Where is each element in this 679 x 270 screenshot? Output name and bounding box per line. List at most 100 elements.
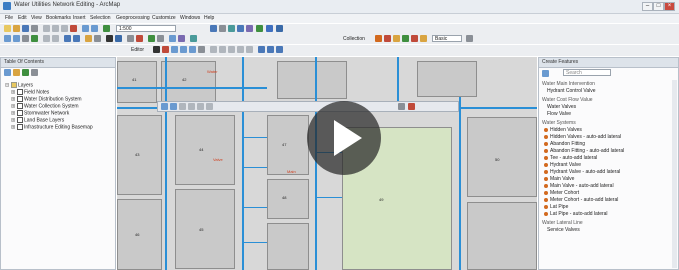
water-main[interactable] [397, 57, 399, 105]
menu-edit[interactable]: Edit [18, 15, 27, 21]
new-icon[interactable] [4, 25, 11, 32]
open-icon[interactable] [13, 25, 20, 32]
template-item[interactable]: Meter Cohort - auto-add lateral [544, 197, 618, 203]
full-extent-icon[interactable] [31, 35, 38, 42]
menu-file[interactable]: File [5, 15, 13, 21]
flag-icon[interactable] [411, 35, 418, 42]
edit-vertices-icon[interactable] [210, 46, 217, 53]
reshape-icon[interactable] [219, 46, 226, 53]
service-lateral[interactable] [317, 197, 342, 198]
checkbox-icon[interactable] [16, 117, 23, 123]
next-extent-icon[interactable] [73, 35, 80, 42]
model-builder-icon[interactable] [266, 25, 273, 32]
parcel[interactable] [175, 189, 235, 269]
create-features-icon[interactable] [276, 46, 283, 53]
search-window-icon[interactable] [237, 25, 244, 32]
attributes-icon[interactable] [258, 46, 265, 53]
checkbox-icon[interactable] [16, 96, 23, 102]
clear-selection-icon[interactable] [94, 35, 101, 42]
end-point-arc-icon[interactable] [180, 46, 187, 53]
maximize-button[interactable]: □ [653, 2, 664, 11]
template-list-scrollbar[interactable] [672, 80, 677, 268]
cut-icon[interactable] [43, 25, 50, 32]
help-icon[interactable] [276, 25, 283, 32]
measure-icon[interactable] [136, 35, 143, 42]
select-features-icon[interactable] [85, 35, 92, 42]
minimize-button[interactable]: – [642, 2, 653, 11]
service-lateral[interactable] [243, 167, 267, 168]
checkbox-icon[interactable] [16, 110, 23, 116]
template-item[interactable]: Meter Cohort [544, 190, 579, 196]
find-icon[interactable] [127, 35, 134, 42]
vertex-icon[interactable] [161, 103, 168, 110]
water-main[interactable] [459, 97, 461, 270]
rotate-icon[interactable] [246, 46, 253, 53]
list-by-selection-icon[interactable] [31, 69, 38, 76]
previous-extent-icon[interactable] [64, 35, 71, 42]
template-item[interactable]: Hydrant Valve [544, 162, 581, 168]
menu-customize[interactable]: Customize [152, 15, 176, 21]
edit-tool-icon[interactable] [153, 46, 160, 53]
template-item[interactable]: Service Valves [547, 227, 580, 233]
arctoolbox-icon[interactable] [246, 25, 253, 32]
split-icon[interactable] [237, 46, 244, 53]
straight-segment-icon[interactable] [171, 46, 178, 53]
parcel[interactable] [161, 61, 216, 103]
catalog-icon[interactable] [228, 25, 235, 32]
sync-icon[interactable] [402, 35, 409, 42]
parcel[interactable] [417, 61, 477, 97]
paste-icon[interactable] [61, 25, 68, 32]
service-lateral[interactable] [243, 137, 267, 138]
table-icon[interactable] [219, 25, 226, 32]
organize-templates-icon[interactable] [542, 70, 549, 77]
trace-icon[interactable] [189, 46, 196, 53]
zoom-out-icon[interactable] [13, 35, 20, 42]
extent-combo[interactable]: Basic [432, 35, 462, 42]
gps-icon[interactable] [384, 35, 391, 42]
delete-sketch-icon[interactable] [408, 103, 415, 110]
template-item[interactable]: Lat Pipe - auto-add lateral [544, 211, 608, 217]
template-item[interactable]: Hidden Valves - auto-add lateral [544, 134, 621, 140]
menu-view[interactable]: View [31, 15, 42, 21]
sketch-properties-icon[interactable] [267, 46, 274, 53]
checkbox-icon[interactable] [16, 103, 23, 109]
arc-icon[interactable] [197, 103, 204, 110]
list-by-source-icon[interactable] [13, 69, 20, 76]
fixed-zoom-out-icon[interactable] [52, 35, 59, 42]
list-by-visibility-icon[interactable] [22, 69, 29, 76]
select-elements-icon[interactable] [106, 35, 113, 42]
finish-sketch-icon[interactable] [398, 103, 405, 110]
toc-item[interactable]: ⊞ Field Notes [11, 89, 49, 95]
template-item[interactable]: Abandon Fitting [544, 141, 585, 147]
editor-menu[interactable]: Editor [131, 47, 144, 53]
parcel[interactable] [467, 202, 537, 270]
toc-item[interactable]: ⊞ Stormwater Network [11, 110, 69, 116]
parcel[interactable] [267, 115, 309, 175]
parcel[interactable] [277, 61, 347, 99]
sketch-icon[interactable] [393, 35, 400, 42]
menu-geoprocessing[interactable]: Geoprocessing [116, 15, 150, 21]
template-item[interactable]: Abandon Fitting - auto-add lateral [544, 148, 624, 154]
toc-item[interactable]: ⊞ Water Distribution System [11, 96, 82, 102]
go-to-xy-icon[interactable] [169, 35, 176, 42]
parcel[interactable] [117, 115, 162, 195]
tangent-curve-icon[interactable] [206, 103, 213, 110]
delete-icon[interactable] [70, 25, 77, 32]
service-lateral[interactable] [243, 207, 267, 208]
fixed-zoom-in-icon[interactable] [43, 35, 50, 42]
pan-icon[interactable] [22, 35, 29, 42]
template-search-input[interactable]: Search [563, 69, 611, 76]
hyperlink-icon[interactable] [148, 35, 155, 42]
cut-polygons-icon[interactable] [228, 46, 235, 53]
identify-icon[interactable] [115, 35, 122, 42]
video-play-button[interactable] [307, 101, 381, 175]
point-icon[interactable] [198, 46, 205, 53]
template-item[interactable]: Flow Valve [547, 111, 571, 117]
save-icon[interactable] [22, 25, 29, 32]
template-item[interactable]: Hydrant Valve - auto-add lateral [544, 169, 620, 175]
service-lateral[interactable] [243, 242, 267, 243]
checkbox-icon[interactable] [16, 89, 23, 95]
midpoint-icon[interactable] [170, 103, 177, 110]
list-by-drawing-order-icon[interactable] [4, 69, 11, 76]
python-icon[interactable] [256, 25, 263, 32]
